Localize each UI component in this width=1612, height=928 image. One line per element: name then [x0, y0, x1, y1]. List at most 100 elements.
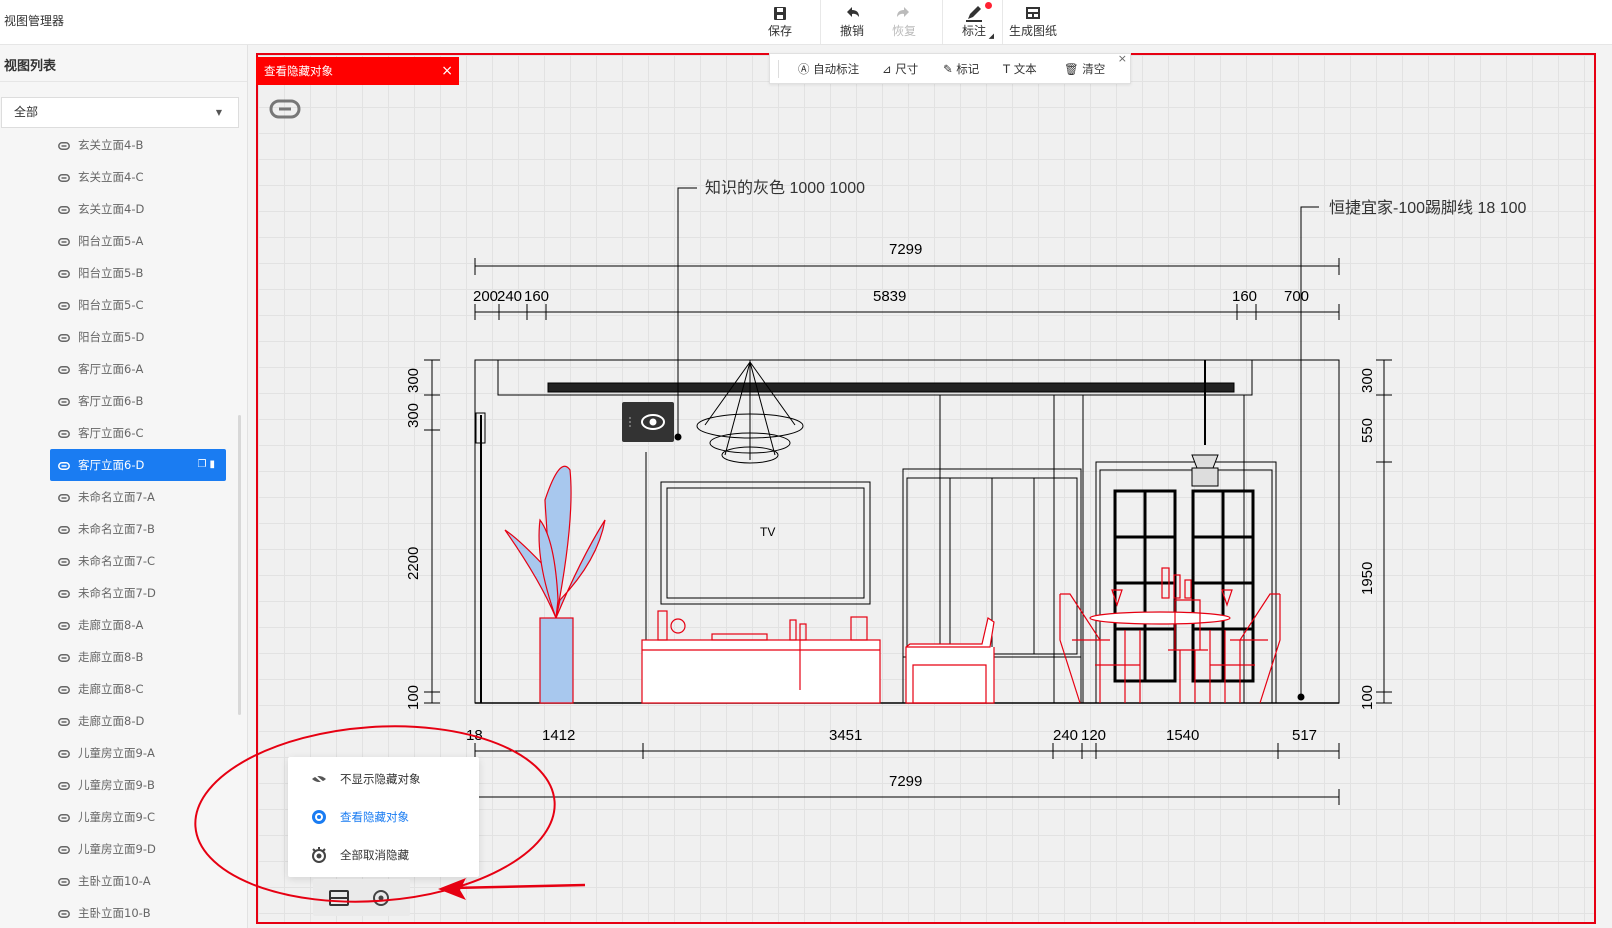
sidebar-item-view[interactable]: 阳台立面5-C — [50, 289, 226, 321]
menu-item-hide-hidden[interactable]: 不显示隐藏对象 — [288, 763, 479, 795]
eye-icon — [312, 810, 326, 824]
generate-drawing-button[interactable]: 生成图纸 — [1006, 2, 1060, 42]
filter-value: 全部 — [14, 105, 39, 119]
view-list: 玄关立面4-B 玄关立面4-C 玄关立面4-D 阳台立面5-A 阳台立面5-B 阳台立面5… — [0, 129, 240, 928]
undo-label: 撤销 — [839, 24, 864, 38]
redo-label: 恢复 — [891, 24, 916, 38]
drawing-sheet-icon — [1026, 7, 1040, 19]
menu-item-label: 查看隐藏对象 — [340, 810, 409, 824]
link-icon — [58, 173, 70, 182]
sidebar-item-view[interactable]: 儿童房立面9-A — [50, 737, 226, 769]
save-button[interactable]: 保存 — [762, 2, 798, 42]
link-icon — [58, 685, 70, 694]
sidebar-item-view[interactable]: 客厅立面6-D ❐▮ — [50, 449, 226, 481]
caret-icon: ◢ — [988, 32, 994, 40]
sidebar-item-view[interactable]: 阳台立面5-A — [50, 225, 226, 257]
sidebar-item-view[interactable]: 儿童房立面9-B — [50, 769, 226, 801]
sidebar-item-label: 主卧立面10-B — [78, 906, 151, 920]
link-icon — [58, 717, 70, 726]
sidebar-item-label: 儿童房立面9-D — [78, 842, 156, 856]
sidebar-item-label: 走廊立面8-A — [78, 618, 144, 632]
sidebar-item-view[interactable]: 走廊立面8-D — [50, 705, 226, 737]
undo-icon — [847, 7, 859, 17]
menu-item-view-hidden[interactable]: 查看隐藏对象 — [288, 801, 479, 833]
sidebar-item-view[interactable]: 主卧立面10-A — [50, 865, 226, 897]
link-icon — [58, 877, 70, 886]
dimension-label: 尺寸 — [895, 62, 919, 76]
top-toolbar: 视图管理器 保存 撤销 恢复 标注 ◢ 生成图纸 — [0, 0, 1612, 45]
sidebar-item-label: 客厅立面6-D — [78, 458, 145, 472]
copy-icon[interactable]: ❐ — [198, 459, 210, 470]
sidebar-item-label: 走廊立面8-C — [78, 682, 144, 696]
link-icon — [58, 493, 70, 502]
auto-annotate-label: 自动标注 — [813, 62, 860, 76]
dimension-button[interactable]: ⊿ 尺寸 — [882, 61, 918, 77]
item-actions[interactable]: ❐▮ — [198, 449, 218, 481]
sidebar-item-view[interactable]: 阳台立面5-D — [50, 321, 226, 353]
sidebar-divider — [0, 81, 247, 82]
generate-label: 生成图纸 — [1008, 24, 1057, 38]
sidebar-item-view[interactable]: 走廊立面8-C — [50, 673, 226, 705]
trash-icon[interactable]: ▮ — [209, 459, 218, 470]
link-view-button[interactable] — [269, 97, 301, 121]
sidebar-item-view[interactable]: 走廊立面8-A — [50, 609, 226, 641]
sidebar-item-view[interactable]: 客厅立面6-B — [50, 385, 226, 417]
auto-annotate-button[interactable]: Ⓐ 自动标注 — [798, 61, 859, 77]
redo-button[interactable]: 恢复 — [886, 2, 922, 42]
link-icon — [58, 429, 70, 438]
clear-button[interactable]: 🗑 清空 — [1064, 61, 1105, 77]
clear-label: 清空 — [1082, 62, 1106, 76]
auto-annotate-icon: Ⓐ — [798, 62, 810, 76]
sidebar-item-label: 客厅立面6-A — [78, 362, 144, 376]
mark-button[interactable]: ✎ 标记 — [943, 61, 979, 77]
sidebar-item-label: 玄关立面4-B — [78, 138, 144, 152]
hidden-tab-label: 查看隐藏对象 — [264, 64, 333, 78]
menu-item-unhide-all[interactable]: 全部取消隐藏 — [288, 839, 479, 871]
sidebar-item-view[interactable]: 走廊立面8-B — [50, 641, 226, 673]
sidebar-item-view[interactable]: 玄关立面4-B — [50, 129, 226, 161]
link-icon — [58, 749, 70, 758]
sidebar-item-label: 玄关立面4-C — [78, 170, 144, 184]
sidebar-item-view[interactable]: 未命名立面7-C — [50, 545, 226, 577]
hidden-object-marker[interactable] — [622, 402, 674, 442]
sidebar-item-label: 阳台立面5-B — [78, 266, 144, 280]
link-icon — [58, 365, 70, 374]
sidebar-item-view[interactable]: 客厅立面6-C — [50, 417, 226, 449]
link-icon — [58, 621, 70, 630]
hidden-objects-toggle-button[interactable] — [369, 886, 393, 910]
close-icon[interactable]: × — [441, 57, 453, 85]
close-icon[interactable]: × — [1118, 52, 1127, 65]
sidebar-item-label: 儿童房立面9-B — [78, 778, 155, 792]
sidebar-item-view[interactable]: 儿童房立面9-C — [50, 801, 226, 833]
annotate-button[interactable]: 标注 ◢ — [954, 2, 994, 42]
pencil-icon: ✎ — [943, 62, 953, 76]
hidden-objects-tab[interactable]: 查看隐藏对象 × — [256, 57, 459, 85]
sidebar-scrollbar[interactable] — [238, 415, 241, 715]
sidebar-item-view[interactable]: 未命名立面7-A — [50, 481, 226, 513]
link-icon — [58, 557, 70, 566]
sidebar-item-view[interactable]: 玄关立面4-C — [50, 161, 226, 193]
layer-toggle-button[interactable] — [327, 886, 351, 910]
right-panel-edge — [1596, 53, 1612, 924]
menu-item-label: 全部取消隐藏 — [340, 848, 409, 862]
sidebar-item-view[interactable]: 未命名立面7-B — [50, 513, 226, 545]
sidebar-item-view[interactable]: 客厅立面6-A — [50, 353, 226, 385]
link-icon — [58, 781, 70, 790]
trash-icon: 🗑 — [1064, 62, 1079, 76]
view-filter-select[interactable]: 全部 ▼ — [1, 97, 239, 128]
sidebar-item-view[interactable]: 玄关立面4-D — [50, 193, 226, 225]
text-button[interactable]: T 文本 — [1003, 61, 1037, 77]
sidebar-item-label: 未命名立面7-D — [78, 586, 156, 600]
sidebar-item-label: 未命名立面7-C — [78, 554, 155, 568]
hidden-objects-menu: 不显示隐藏对象 查看隐藏对象 全部取消隐藏 — [288, 757, 479, 877]
link-icon — [58, 845, 70, 854]
sidebar-item-view[interactable]: 主卧立面10-B — [50, 897, 226, 928]
sidebar-item-view[interactable]: 未命名立面7-D — [50, 577, 226, 609]
link-icon — [269, 99, 301, 119]
sidebar-item-view[interactable]: 阳台立面5-B — [50, 257, 226, 289]
undo-button[interactable]: 撤销 — [834, 2, 870, 42]
sidebar-item-label: 儿童房立面9-A — [78, 746, 155, 760]
sidebar-item-view[interactable]: 儿童房立面9-D — [50, 833, 226, 865]
link-icon — [58, 141, 70, 150]
sidebar-item-label: 客厅立面6-C — [78, 426, 144, 440]
